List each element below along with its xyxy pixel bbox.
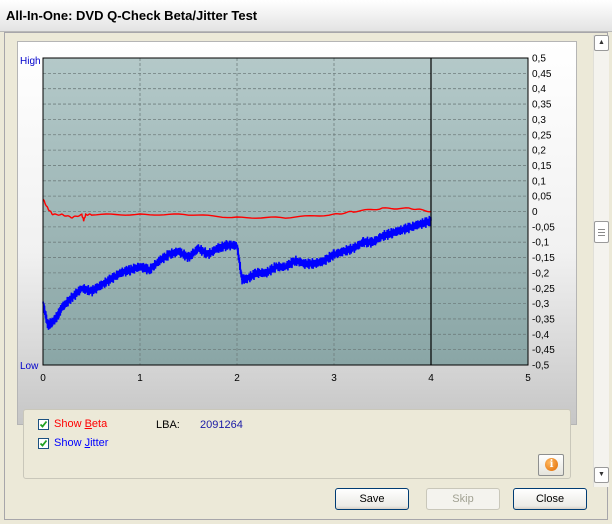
plot-frame: 0,5 0,45 0,4 0,35 0,3 0,25 0,2 0,15 0,1 0,05 0 -0,0… [17,41,577,425]
y-tick-label: 0,1 [532,176,546,187]
check-icon [39,439,48,447]
y-tick-label: -0,5 [532,361,550,372]
y-tick-label: -0,45 [532,345,555,356]
y-tick-label: -0,1 [532,238,550,249]
y-tick-label: 0,45 [532,69,552,80]
show-jitter-checkbox[interactable]: Show Jitter [38,436,108,450]
y-tick-label: -0,35 [532,314,555,325]
scroll-down-button[interactable]: ▼ [594,467,609,483]
scroll-up-button[interactable]: ▲ [594,35,609,51]
y-tick-label: 0,15 [532,161,552,172]
y-tick-label: 0,25 [532,130,552,141]
x-tick-label: 5 [525,373,531,384]
y-tick-label: -0,4 [532,330,550,341]
save-button[interactable]: Save [335,488,409,510]
window-title: All-In-One: DVD Q-Check Beta/Jitter Test [6,8,258,23]
x-tick-label: 1 [137,373,143,384]
y-tick-label: 0,2 [532,146,546,157]
info-button[interactable]: i [538,454,564,476]
options-group: Show Beta Show Jitter LBA: 2091264 i [23,409,571,479]
info-icon: i [545,458,558,471]
y-tick-label: 0 [532,207,538,218]
lba-label: LBA: [156,419,180,431]
vertical-scrollbar[interactable]: ▲ ▼ [593,35,609,487]
scroll-thumb[interactable] [594,221,609,243]
check-icon [39,420,48,428]
y-tick-label: 0,05 [532,192,552,203]
show-jitter-label: Show Jitter [54,437,109,449]
y-tick-label: -0,3 [532,299,550,310]
y-tick-label: 0,35 [532,100,552,111]
checkbox-jitter[interactable] [38,437,49,449]
x-tick-label: 2 [234,373,240,384]
show-beta-checkbox[interactable]: Show Beta [38,417,107,431]
checkbox-beta[interactable] [38,418,49,430]
y-tick-label: -0,2 [532,268,550,279]
y-high-label: High [20,56,41,67]
y-tick-label: -0,25 [532,284,555,295]
beta-jitter-chart: 0,5 0,45 0,4 0,35 0,3 0,25 0,2 0,15 0,1 0,05 0 -0,0… [20,54,555,385]
y-tick-label: 0,3 [532,115,546,126]
show-beta-label: Show Beta [54,418,108,430]
lba-value: 2091264 [200,419,243,431]
skip-button[interactable]: Skip [426,488,500,510]
dialog-body: 0,5 0,45 0,4 0,35 0,3 0,25 0,2 0,15 0,1 0,05 0 -0,0… [4,32,609,520]
x-tick-label: 4 [428,373,434,384]
y-low-label: Low [20,361,39,372]
y-tick-label: 0,4 [532,84,546,95]
close-button[interactable]: Close [513,488,587,510]
y-tick-label: -0,15 [532,253,555,264]
x-tick-label: 0 [40,373,46,384]
y-tick-label: -0,05 [532,222,555,233]
title-bar: All-In-One: DVD Q-Check Beta/Jitter Test [0,0,612,32]
x-tick-label: 3 [331,373,337,384]
y-tick-label: 0,5 [532,54,546,65]
